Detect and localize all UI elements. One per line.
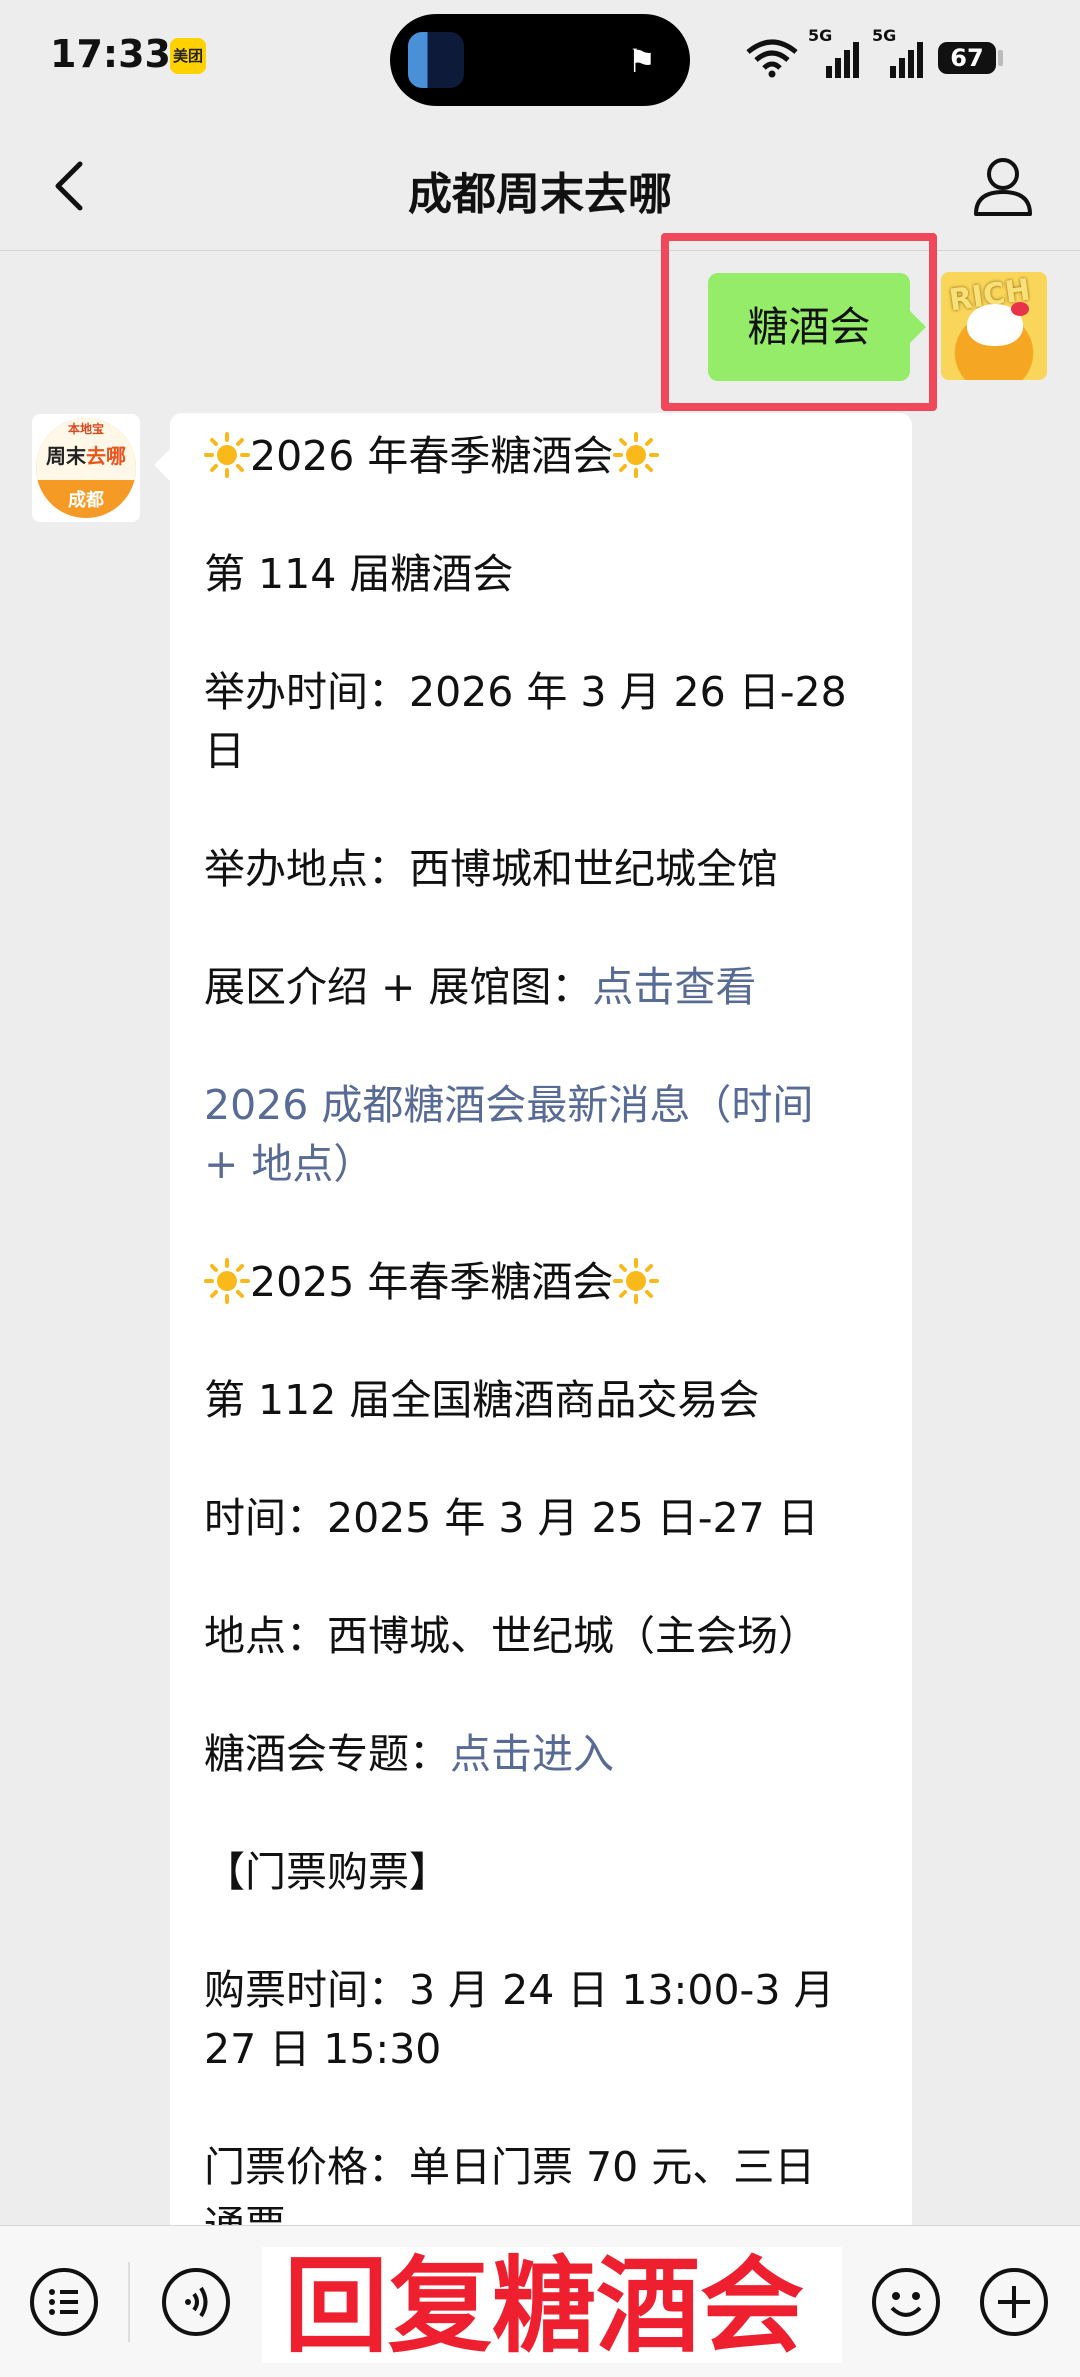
message-line: 地点：西博城、世纪城（主会场） xyxy=(204,1612,819,1660)
message-line: 举办时间：2026 年 3 月 26 日-28 xyxy=(204,668,847,716)
message-line: 展区介绍 + 展馆图：点击查看 xyxy=(204,958,884,1017)
message-line: 门票价格：单日门票 70 元、三日 xyxy=(204,2143,816,2191)
bow-icon xyxy=(1011,302,1029,316)
latest-news-link-cont[interactable]: + 地点） xyxy=(204,1135,884,1194)
message-line: 第 114 届糖酒会 xyxy=(204,550,514,598)
message-line: 2026 年春季糖酒会 xyxy=(250,432,614,480)
meituan-app-icon: 美团 xyxy=(170,38,206,74)
voice-input-icon[interactable] xyxy=(160,2266,232,2338)
message-line: 糖酒会专题：点击进入 xyxy=(204,1725,884,1784)
sun-icon xyxy=(204,1258,250,1304)
chat-header: 成都周末去哪 xyxy=(0,118,1080,251)
message-line: 购票时间：3 月 24 日 13:00-3 月 xyxy=(204,1966,835,2014)
bot-avatar-city: 成都 xyxy=(68,490,104,511)
bot-avatar-name: 周末去哪 xyxy=(36,440,136,469)
message-line: 27 日 15:30 xyxy=(204,2025,442,2073)
topic-label: 糖酒会专题： xyxy=(204,1730,450,1778)
dynamic-island: ⚑ xyxy=(390,14,690,106)
message-line: 时间：2025 年 3 月 25 日-27 日 xyxy=(204,1494,819,1542)
incoming-message-bubble[interactable]: 2026 年春季糖酒会 第 114 届糖酒会 举办时间：2026 年 3 月 2… xyxy=(154,413,912,2250)
wifi-icon xyxy=(746,39,798,78)
emoji-icon[interactable] xyxy=(870,2266,942,2338)
sun-icon xyxy=(204,432,250,478)
bot-avatar-logo: 本地宝 周末去哪 成都 xyxy=(36,418,136,518)
bot-avatar[interactable]: 本地宝 周末去哪 成都 xyxy=(32,414,140,522)
status-bar: 17:33 美团 ⚑ 5G 5G 67 xyxy=(0,0,1080,118)
sun-icon xyxy=(613,432,660,478)
signal-bars-icon xyxy=(890,42,923,78)
message-line: 日 xyxy=(204,727,245,775)
flag-icon: ⚑ xyxy=(627,42,656,80)
outgoing-message-bubble[interactable]: 糖酒会 xyxy=(708,273,926,381)
latest-news-link[interactable]: 2026 成都糖酒会最新消息（时间 xyxy=(204,1076,884,1135)
add-more-icon[interactable] xyxy=(978,2266,1050,2338)
battery-tip xyxy=(998,50,1003,66)
enter-topic-link[interactable]: 点击进入 xyxy=(450,1730,614,1778)
battery-level: 67 xyxy=(938,42,996,74)
sun-icon xyxy=(613,1258,660,1304)
view-link[interactable]: 点击查看 xyxy=(592,963,756,1011)
message-line: 第 112 届全国糖酒商品交易会 xyxy=(204,1376,760,1424)
message-heading-2026: 2026 年春季糖酒会 xyxy=(204,427,884,486)
toolbar-divider xyxy=(128,2262,130,2342)
status-time: 17:33 xyxy=(50,32,171,76)
bot-avatar-brand: 本地宝 xyxy=(67,422,104,436)
message-line: 2025 年春季糖酒会 xyxy=(250,1258,614,1306)
signal-bars-icon xyxy=(826,42,859,78)
exhibit-intro-label: 展区介绍 + 展馆图： xyxy=(204,963,593,1011)
menu-list-icon[interactable] xyxy=(28,2266,100,2338)
bot-avatar-name-2: 去哪 xyxy=(86,444,126,468)
chat-title: 成都周末去哪 xyxy=(408,169,672,220)
my-avatar[interactable]: RICH xyxy=(941,272,1047,380)
profile-icon[interactable] xyxy=(968,152,1038,222)
message-heading-2025: 2025 年春季糖酒会 xyxy=(204,1253,884,1312)
cellular-signal-2: 5G xyxy=(872,26,926,80)
bot-avatar-name-1: 周末 xyxy=(46,444,86,468)
reply-instruction-overlay: 回复糖酒会 xyxy=(284,2245,805,2367)
camera-activity-icon xyxy=(408,32,464,88)
message-line: 举办地点：西博城和世纪城全馆 xyxy=(204,845,778,893)
cellular-signal-1: 5G xyxy=(808,26,862,80)
message-line: 【门票购票】 xyxy=(204,1848,450,1896)
